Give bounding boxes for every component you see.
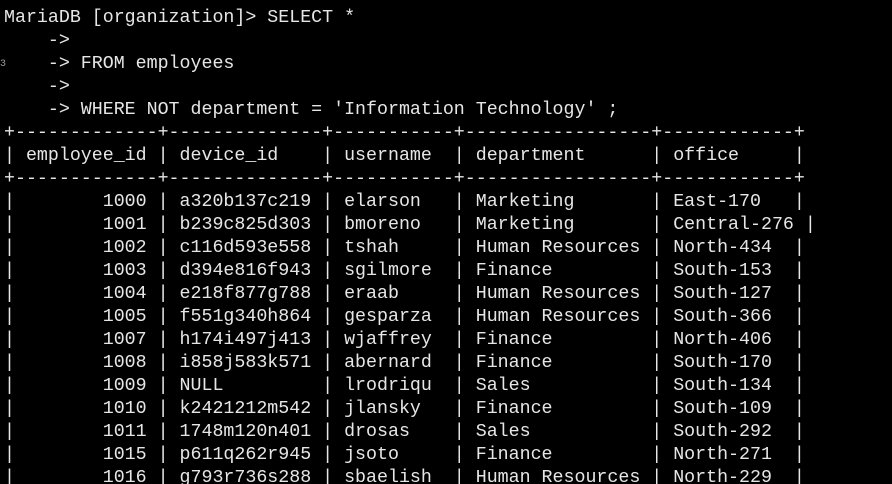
- terminal-window[interactable]: 3 MariaDB [organization]> SELECT * -> ->…: [0, 0, 892, 484]
- table-row: | 1003 | d394e816f943 | sgilmore | Finan…: [4, 261, 805, 281]
- terminal-output: MariaDB [organization]> SELECT * -> -> F…: [4, 7, 816, 484]
- prompt-line: MariaDB [organization]> SELECT *: [4, 8, 356, 28]
- table-row: | 1005 | f551g340h864 | gesparza | Human…: [4, 307, 805, 327]
- table-row: | 1011 | 1748m120n401 | drosas | Sales |…: [4, 422, 805, 442]
- table-header: | employee_id | device_id | username | d…: [4, 146, 805, 166]
- table-row: | 1016 | g793r736s288 | sbaelish | Human…: [4, 468, 805, 484]
- table-row: | 1010 | k2421212m542 | jlansky | Financ…: [4, 399, 805, 419]
- table-row: | 1008 | i858j583k571 | abernard | Finan…: [4, 353, 805, 373]
- table-row: | 1001 | b239c825d303 | bmoreno | Market…: [4, 215, 816, 235]
- table-row: | 1007 | h174i497j413 | wjaffrey | Finan…: [4, 330, 805, 350]
- table-row: | 1000 | a320b137c219 | elarson | Market…: [4, 192, 805, 212]
- continuation-line: ->: [4, 31, 70, 51]
- table-row: | 1004 | e218f877g788 | eraab | Human Re…: [4, 284, 805, 304]
- resize-edge-marker: 3: [0, 59, 7, 70]
- table-row: | 1015 | p611q262r945 | jsoto | Finance …: [4, 445, 805, 465]
- continuation-line: ->: [4, 77, 70, 97]
- table-row: | 1002 | c116d593e558 | tshah | Human Re…: [4, 238, 805, 258]
- continuation-line: -> FROM employees: [4, 54, 235, 74]
- table-border-top: +-------------+--------------+----------…: [4, 123, 805, 143]
- table-border-mid: +-------------+--------------+----------…: [4, 169, 805, 189]
- table-row: | 1009 | NULL | lrodriqu | Sales | South…: [4, 376, 805, 396]
- continuation-line: -> WHERE NOT department = 'Information T…: [4, 100, 619, 120]
